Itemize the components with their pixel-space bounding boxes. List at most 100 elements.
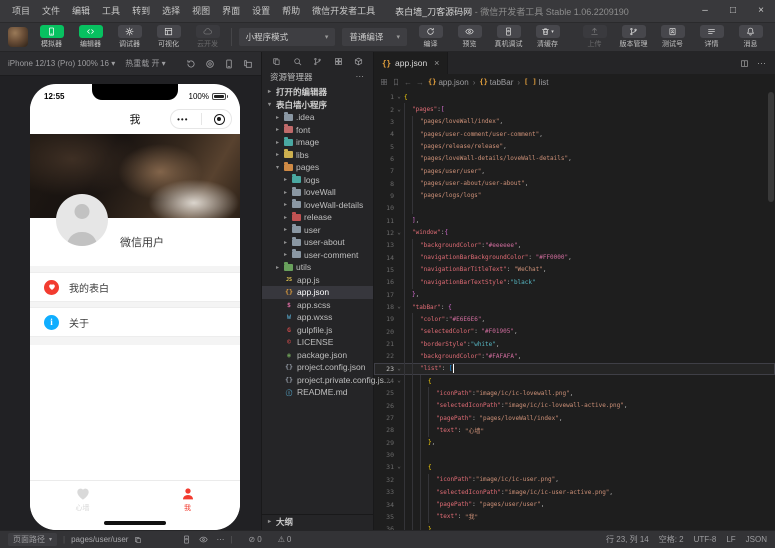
multi-window-icon[interactable] xyxy=(243,59,253,69)
exit-icon[interactable] xyxy=(213,113,225,125)
toggle-phone-button[interactable]: 模拟器 xyxy=(35,25,68,49)
code-line-5[interactable]: 5 "pages/release/release", xyxy=(374,140,775,153)
source-control-icon[interactable] xyxy=(313,57,322,66)
user-avatar[interactable] xyxy=(8,27,28,47)
code-line-4[interactable]: 4 "pages/user-comment/user-comment", xyxy=(374,128,775,141)
tree-item-pages[interactable]: ▾ pages xyxy=(262,161,373,174)
device-frame-icon[interactable] xyxy=(224,59,234,69)
minimize-button[interactable]: – xyxy=(691,0,719,22)
extensions-icon[interactable] xyxy=(334,57,343,66)
tree-item-app.json[interactable]: {} app.json xyxy=(262,286,373,299)
menu-item[interactable]: 选择 xyxy=(156,0,186,22)
tab-app-json[interactable]: {} app.json × xyxy=(374,52,449,74)
code-line-6[interactable]: 6 "pages/loveWall-details/loveWall-detail… xyxy=(374,152,775,166)
tree-item-libs[interactable]: ▸ libs xyxy=(262,149,373,162)
status-item[interactable]: JSON xyxy=(746,535,767,544)
tree-item-app.js[interactable]: JS app.js xyxy=(262,274,373,287)
program-mode-select[interactable]: 小程序模式 ▾ xyxy=(238,28,336,46)
code-line-24[interactable]: 24 ⌄ { xyxy=(374,374,775,388)
maximize-button[interactable]: □ xyxy=(719,0,747,22)
fold-icon[interactable]: ⌄ xyxy=(394,365,404,372)
action-list-button[interactable]: 详情 xyxy=(695,25,728,49)
code-line-30[interactable]: 30 xyxy=(374,448,775,462)
menu-item[interactable]: 工具 xyxy=(96,0,126,22)
action-badge-button[interactable]: 测试号 xyxy=(656,25,689,49)
code-line-11[interactable]: 11], xyxy=(374,214,775,227)
tree-item-app.scss[interactable]: $ app.scss xyxy=(262,299,373,312)
action-devicebug-button[interactable]: 真机调试 xyxy=(492,25,525,49)
code-line-18[interactable]: 18 ⌄ "tabBar": { xyxy=(374,300,775,314)
code-line-28[interactable]: 28 "text": "心墙" xyxy=(374,424,775,437)
code-line-15[interactable]: 15 "navigationBarTitleText": "WeChat", xyxy=(374,263,775,277)
tree-item-user[interactable]: ▸ user xyxy=(262,224,373,237)
toggle-cloud-button[interactable]: 云开发 xyxy=(191,25,224,49)
compile-mode-select[interactable]: 普通编译 ▾ xyxy=(342,28,408,46)
tree-item-.idea[interactable]: ▸ .idea xyxy=(262,111,373,124)
tree-item-app.wxss[interactable]: Wapp.wxss xyxy=(262,311,373,324)
tree-item-gulpfile.js[interactable]: Ggulpfile.js xyxy=(262,324,373,337)
tree-item-README.md[interactable]: ⓘ README.md xyxy=(262,386,373,399)
tree-item-font[interactable]: ▸ font xyxy=(262,124,373,137)
status-item[interactable]: LF xyxy=(726,535,735,544)
project-section[interactable]: ▾ 表白墙小程序 xyxy=(262,98,373,111)
fold-icon[interactable]: ⌄ xyxy=(394,229,404,236)
action-branch-button[interactable]: 版本管理 xyxy=(617,25,650,49)
page-path-selector[interactable]: 页面路径 ▾ xyxy=(8,533,58,546)
screenshot-icon[interactable] xyxy=(205,59,215,69)
back-icon[interactable]: ← xyxy=(404,78,412,87)
menu-item[interactable]: 编辑 xyxy=(66,0,96,22)
code-line-36[interactable]: 36} xyxy=(374,523,775,530)
tree-item-logs[interactable]: ▸ logs xyxy=(262,174,373,187)
fold-icon[interactable]: ⌄ xyxy=(394,378,404,384)
tree-item-user-comment[interactable]: ▸ user-comment xyxy=(262,249,373,262)
tree-item-release[interactable]: ▸ release xyxy=(262,211,373,224)
tree-item-loveWall-details[interactable]: ▸ loveWall-details xyxy=(262,199,373,212)
code-line-7[interactable]: 7 "pages/user/user", xyxy=(374,165,775,178)
tree-item-loveWall[interactable]: ▸ loveWall xyxy=(262,186,373,199)
more-icon[interactable]: ••• xyxy=(177,115,188,124)
status-item[interactable]: UTF-8 xyxy=(694,535,717,544)
code-line-27[interactable]: 27 "pagePath": "pages/loveWall/index", xyxy=(374,411,775,425)
action-eye-button[interactable]: 预览 xyxy=(453,25,486,49)
code-line-31[interactable]: 31 ⌄ { xyxy=(374,461,775,474)
breadcrumb-item-app.json[interactable]: {} app.json xyxy=(428,78,469,87)
menu-item[interactable]: 界面 xyxy=(216,0,246,22)
more-actions-icon[interactable]: ⋯ xyxy=(356,71,366,82)
code-line-32[interactable]: 32 "iconPath": "image/ic/ic-user.png", xyxy=(374,473,775,486)
code-line-23[interactable]: 23 ⌄ "list": [ xyxy=(374,362,775,375)
code-line-29[interactable]: 29}, xyxy=(374,436,775,449)
hot-reload-toggle[interactable]: 热重载 开 ▾ xyxy=(125,58,165,69)
tree-item-LICENSE[interactable]: © LICENSE xyxy=(262,336,373,349)
code-line-16[interactable]: 16 "navigationBarTextStyle": "black" xyxy=(374,276,775,289)
files-icon[interactable] xyxy=(272,57,281,66)
toggle-gear-button[interactable]: 调试器 xyxy=(113,25,146,49)
tree-item-project.config.json[interactable]: {} project.config.json xyxy=(262,361,373,374)
copy-path-icon[interactable] xyxy=(134,536,142,544)
code-line-26[interactable]: 26 "selectedIconPath": "image/ic/ic-lovewa… xyxy=(374,399,775,412)
code-line-8[interactable]: 8 "pages/user-about/user-about", xyxy=(374,177,775,190)
more-actions-icon[interactable]: ⋯ xyxy=(216,535,224,544)
action-refresh-button[interactable]: 编译 xyxy=(414,25,447,49)
forward-icon[interactable]: → xyxy=(416,78,424,87)
fold-icon[interactable]: ⌄ xyxy=(394,304,404,310)
toggle-layout-button[interactable]: 可视化 xyxy=(152,25,185,49)
split-editor-icon[interactable] xyxy=(740,59,749,68)
warning-count[interactable]: ⚠ 0 xyxy=(278,535,292,544)
code-line-14[interactable]: 14 "navigationBarBackgroundColor": "#FF00… xyxy=(374,251,775,264)
package-icon[interactable] xyxy=(354,57,363,66)
profile-avatar[interactable] xyxy=(56,194,108,246)
menu-item[interactable]: 项目 xyxy=(6,0,36,22)
search-icon[interactable] xyxy=(293,57,302,66)
menu-item[interactable]: 设置 xyxy=(246,0,276,22)
code-line-33[interactable]: 33 "selectedIconPath": "image/ic/ic-user-a… xyxy=(374,486,775,499)
fold-icon[interactable]: ⌄ xyxy=(394,106,404,113)
action-bell-button[interactable]: 消息 xyxy=(734,25,767,49)
outline-section[interactable]: ▸ 大纲 xyxy=(262,514,373,528)
code-line-3[interactable]: 3 "pages/loveWall/index", xyxy=(374,115,775,129)
code-line-9[interactable]: 9 "pages/logs/logs" xyxy=(374,189,775,203)
menu-item[interactable]: 帮助 xyxy=(276,0,306,22)
close-tab-icon[interactable]: × xyxy=(434,58,439,68)
code-line-34[interactable]: 34 "pagePath": "pages/user/user", xyxy=(374,498,775,511)
tree-item-package.json[interactable]: ◉ package.json xyxy=(262,349,373,362)
breadcrumb-item-list[interactable]: [ ] list xyxy=(524,78,548,87)
